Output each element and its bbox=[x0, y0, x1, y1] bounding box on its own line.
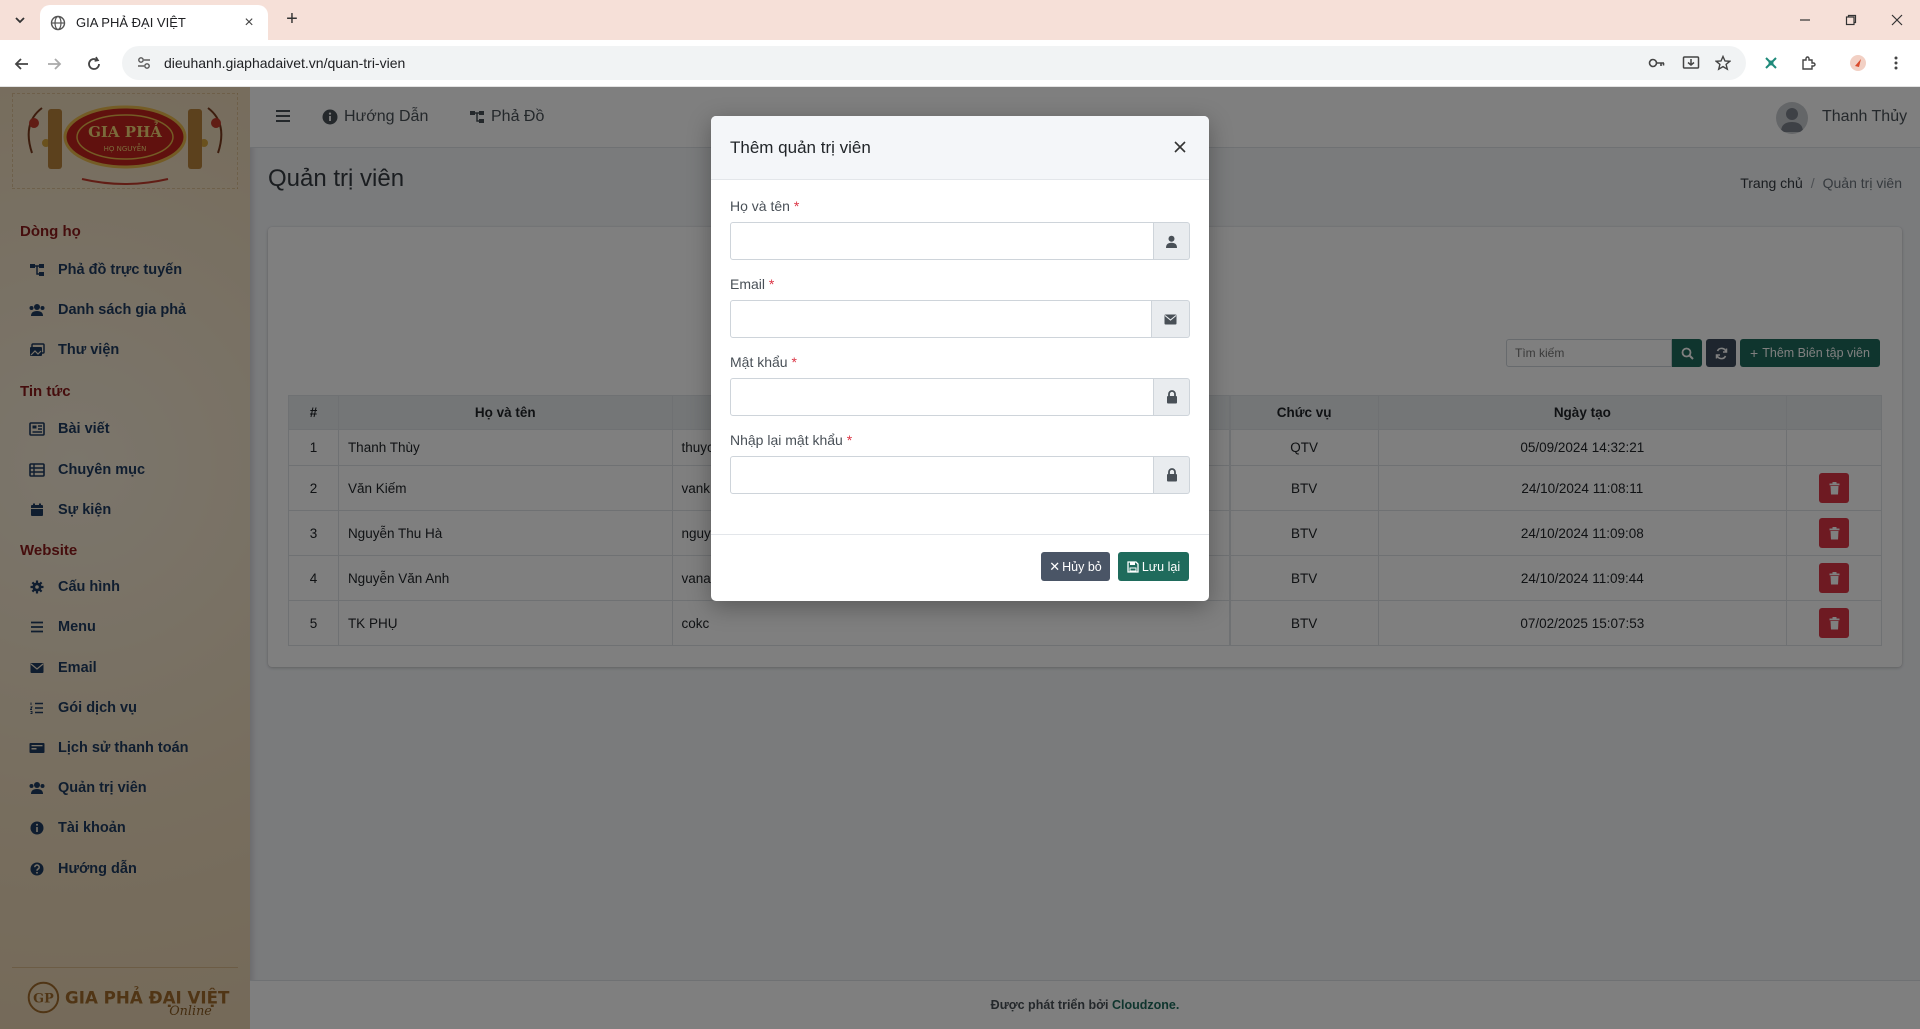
close-icon: ✕ bbox=[1049, 558, 1061, 574]
lock-addon bbox=[1154, 456, 1190, 494]
close-icon bbox=[1174, 141, 1186, 153]
modal-close-button[interactable] bbox=[1169, 136, 1191, 158]
url-text: dieuhanh.giaphadaivet.vn/quan-tri-vien bbox=[164, 55, 406, 71]
tab-search-icon[interactable] bbox=[8, 8, 32, 32]
new-tab-icon[interactable]: + bbox=[280, 8, 304, 32]
install-app-icon[interactable] bbox=[1680, 52, 1702, 74]
browser-menu-icon[interactable] bbox=[1885, 52, 1907, 74]
envelope-addon bbox=[1152, 300, 1190, 338]
app-page: GIA PHẢ HỌ NGUYỄN Dòng họ Phả đồ trực tu… bbox=[0, 87, 1920, 1029]
minimize-icon[interactable] bbox=[1782, 0, 1828, 40]
forward-icon[interactable] bbox=[40, 50, 68, 78]
full-name-input[interactable] bbox=[730, 222, 1154, 260]
lock-addon bbox=[1154, 378, 1190, 416]
confirm-password-input[interactable] bbox=[730, 456, 1154, 494]
browser-tab-bar: GIA PHẢ ĐẠI VIỆT × + bbox=[0, 0, 1920, 40]
save-icon bbox=[1127, 560, 1139, 573]
password-input[interactable] bbox=[730, 378, 1154, 416]
save-button[interactable]: Lưu lại bbox=[1118, 552, 1189, 581]
lock-icon bbox=[1166, 468, 1177, 482]
restore-icon[interactable] bbox=[1828, 0, 1874, 40]
close-window-icon[interactable] bbox=[1874, 0, 1920, 40]
modal-title: Thêm quản trị viên bbox=[730, 138, 871, 157]
tab-close-icon[interactable]: × bbox=[240, 14, 258, 32]
browser-toolbar: dieuhanh.giaphadaivet.vn/quan-tri-vien bbox=[0, 40, 1920, 87]
user-addon bbox=[1154, 222, 1190, 260]
email-input[interactable] bbox=[730, 300, 1152, 338]
lock-icon bbox=[1166, 390, 1177, 404]
email-field-label: Email * bbox=[730, 276, 775, 292]
profile-avatar-icon[interactable] bbox=[1847, 52, 1869, 74]
name-field-label: Họ và tên * bbox=[730, 198, 800, 214]
bookmark-star-icon[interactable] bbox=[1712, 52, 1734, 74]
globe-icon bbox=[50, 15, 66, 30]
user-icon bbox=[1166, 235, 1177, 248]
add-admin-modal: Thêm quản trị viên Họ và tên * Email * M… bbox=[711, 116, 1209, 601]
confirm-password-field-label: Nhập lại mật khẩu * bbox=[730, 432, 853, 448]
extensions-puzzle-icon[interactable] bbox=[1797, 52, 1819, 74]
browser-tab[interactable]: GIA PHẢ ĐẠI VIỆT × bbox=[40, 5, 268, 40]
back-icon[interactable] bbox=[8, 50, 36, 78]
cancel-button[interactable]: ✕ Hủy bỏ bbox=[1041, 552, 1110, 581]
reload-icon[interactable] bbox=[80, 50, 108, 78]
modal-footer-divider bbox=[711, 534, 1209, 535]
password-field-label: Mật khẩu * bbox=[730, 354, 797, 370]
tab-title: GIA PHẢ ĐẠI VIỆT bbox=[76, 15, 186, 30]
modal-header: Thêm quản trị viên bbox=[711, 116, 1209, 180]
extension-tool-icon[interactable] bbox=[1760, 52, 1782, 74]
password-key-icon[interactable] bbox=[1646, 52, 1668, 74]
envelope-icon bbox=[1164, 314, 1177, 324]
address-bar[interactable]: dieuhanh.giaphadaivet.vn/quan-tri-vien bbox=[122, 46, 1746, 80]
site-settings-icon[interactable] bbox=[136, 55, 152, 71]
